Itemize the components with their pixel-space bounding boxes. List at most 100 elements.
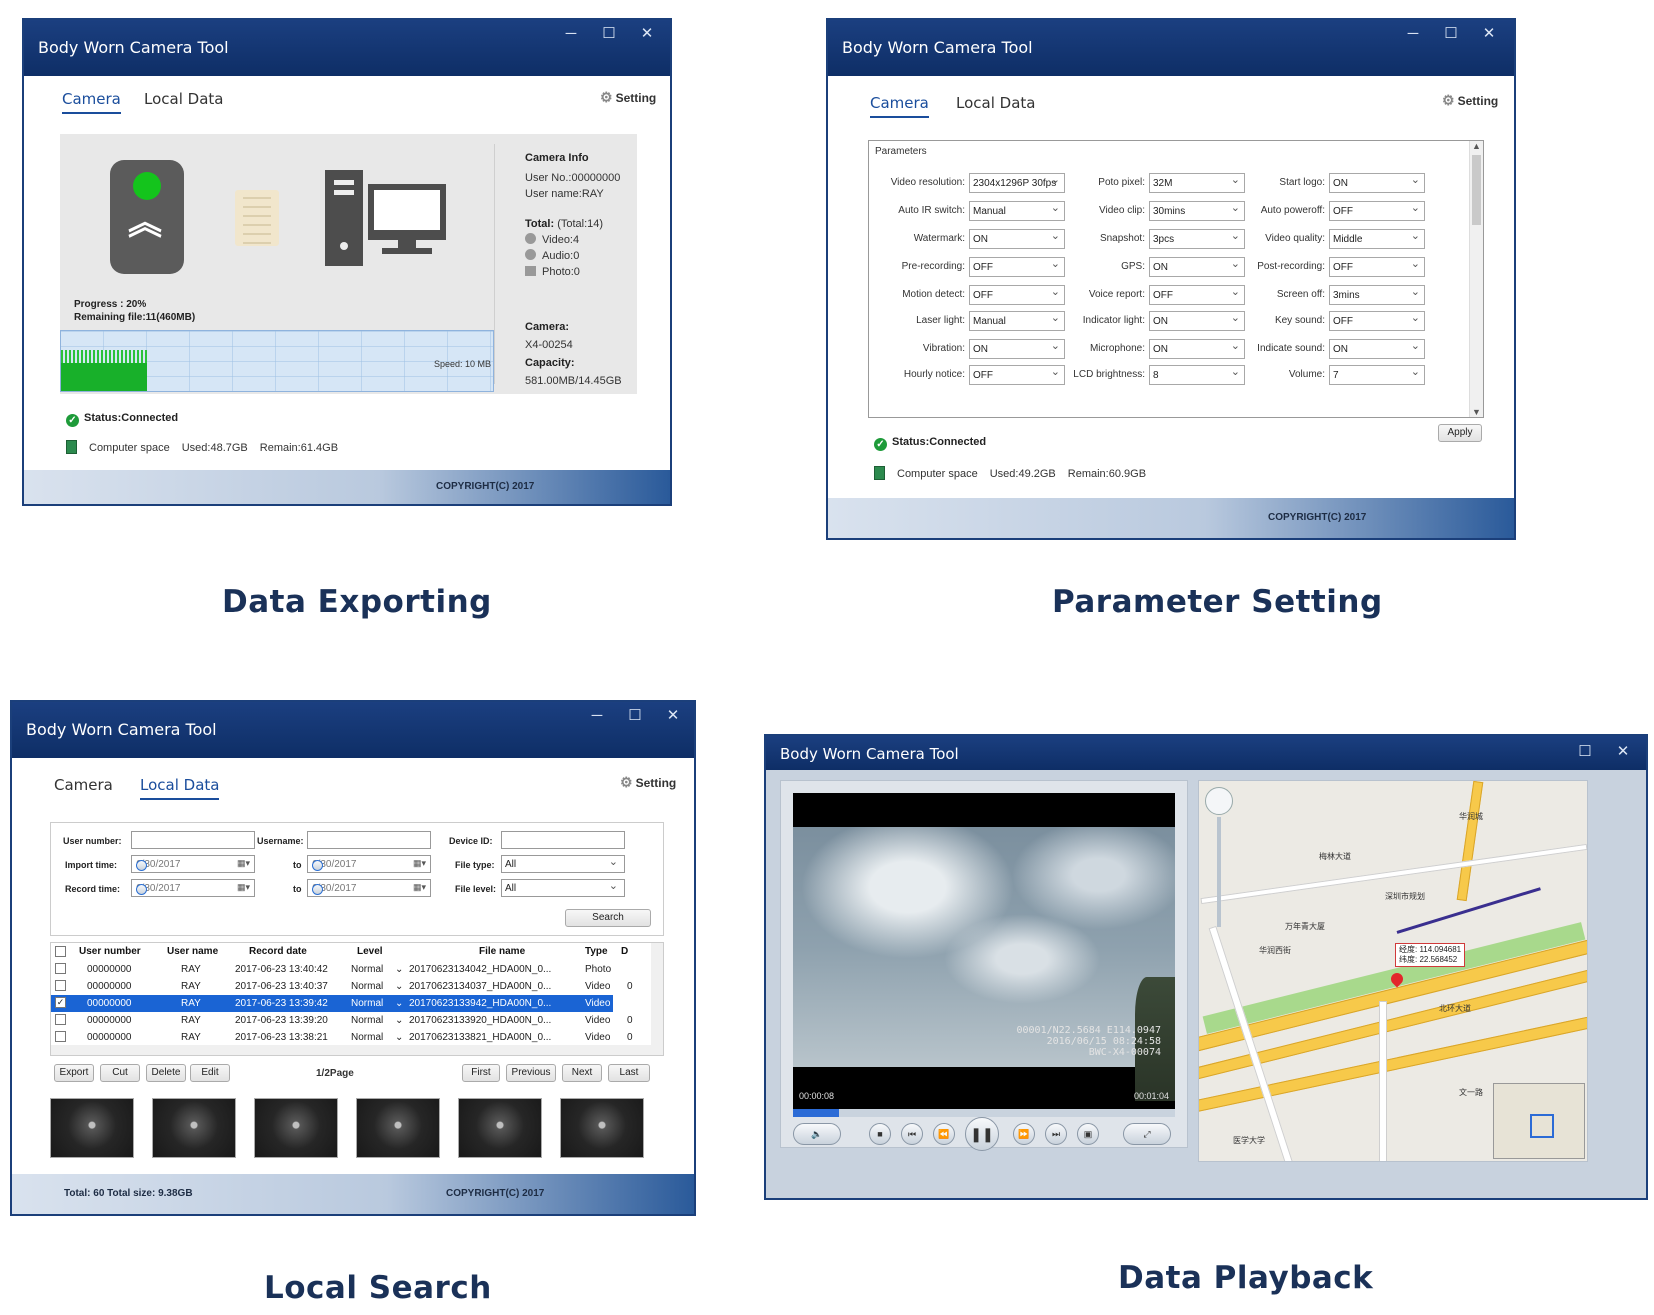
fullscreen-button[interactable]: ⤢ xyxy=(1123,1123,1171,1145)
col-user-number[interactable]: User number xyxy=(79,946,141,957)
table-row[interactable]: 00000000 RAY 2017-06-23 13:40:37 Normal 2017… xyxy=(51,978,633,995)
parameter-select[interactable]: 3pcs xyxy=(1149,229,1245,249)
minimize-button[interactable]: ─ xyxy=(578,702,616,732)
tab-camera[interactable]: Camera xyxy=(870,94,929,118)
parameter-select[interactable]: 30mins xyxy=(1149,201,1245,221)
first-button[interactable]: First xyxy=(462,1064,500,1082)
calendar-icon[interactable]: ▦▾ xyxy=(413,882,426,893)
minimize-button[interactable]: ─ xyxy=(1394,20,1432,50)
previous-track-button[interactable]: ⏮ xyxy=(901,1123,923,1145)
file-type-select[interactable]: All xyxy=(501,855,625,873)
search-button[interactable]: Search xyxy=(565,909,651,927)
stop-button[interactable]: ■ xyxy=(869,1123,891,1145)
apply-button[interactable]: Apply xyxy=(1438,424,1482,442)
tab-local-data[interactable]: Local Data xyxy=(956,94,1035,112)
parameter-select[interactable]: OFF xyxy=(1149,285,1245,305)
calendar-icon[interactable]: ▦▾ xyxy=(237,882,250,893)
table-row[interactable]: ✓ 00000000 RAY 2017-06-23 13:39:42 Normal 201… xyxy=(51,995,633,1012)
pause-button[interactable]: ❚❚ xyxy=(965,1117,999,1151)
level-dropdown-icon[interactable]: ⌄ xyxy=(395,998,403,1009)
thumbnail[interactable] xyxy=(356,1098,440,1158)
parameter-select[interactable]: Manual xyxy=(969,201,1065,221)
parameters-scrollbar[interactable]: ▲ ▼ xyxy=(1469,141,1483,417)
fast-forward-button[interactable]: ⏩ xyxy=(1013,1123,1035,1145)
parameter-select[interactable]: ON xyxy=(1149,339,1245,359)
thumbnail[interactable] xyxy=(254,1098,338,1158)
level-dropdown-icon[interactable]: ⌄ xyxy=(395,981,403,992)
delete-button[interactable]: Delete xyxy=(146,1064,186,1082)
parameter-select[interactable]: 32M xyxy=(1149,173,1245,193)
parameter-select[interactable]: OFF xyxy=(969,365,1065,385)
file-level-select[interactable]: All xyxy=(501,879,625,897)
parameter-select[interactable]: Middle xyxy=(1329,229,1425,249)
calendar-icon[interactable]: ▦▾ xyxy=(413,858,426,869)
tab-camera[interactable]: Camera xyxy=(54,776,113,794)
parameter-select[interactable]: ON xyxy=(1149,311,1245,331)
maximize-button[interactable]: ☐ xyxy=(590,20,628,50)
maximize-button[interactable]: ☐ xyxy=(1566,738,1604,768)
import-time-to[interactable]: 6/30/2017 ▦▾ xyxy=(307,855,431,873)
record-time-to[interactable]: 6/30/2017 ▦▾ xyxy=(307,879,431,897)
row-checkbox[interactable] xyxy=(55,980,66,991)
col-record-date[interactable]: Record date xyxy=(249,946,307,957)
map-pan-control[interactable] xyxy=(1205,787,1233,815)
parameter-select[interactable]: ON xyxy=(969,229,1065,249)
device-id-input[interactable] xyxy=(501,831,625,849)
select-all-checkbox[interactable] xyxy=(55,946,66,957)
close-button[interactable]: ✕ xyxy=(1604,738,1642,768)
row-checkbox[interactable]: ✓ xyxy=(55,997,66,1008)
thumbnail[interactable] xyxy=(458,1098,542,1158)
parameter-select[interactable]: 7 xyxy=(1329,365,1425,385)
parameter-select[interactable]: OFF xyxy=(1329,311,1425,331)
close-button[interactable]: ✕ xyxy=(1470,20,1508,50)
parameter-select[interactable]: 8 xyxy=(1149,365,1245,385)
row-checkbox[interactable] xyxy=(55,1031,66,1042)
parameter-select[interactable]: 3mins xyxy=(1329,285,1425,305)
level-dropdown-icon[interactable]: ⌄ xyxy=(395,1015,403,1026)
gps-map[interactable]: 经度: 114.094681 纬度: 22.568452 万年青大厦 华润西街 北… xyxy=(1198,780,1588,1162)
maximize-button[interactable]: ☐ xyxy=(1432,20,1470,50)
username-input[interactable] xyxy=(307,831,431,849)
close-button[interactable]: ✕ xyxy=(654,702,692,732)
setting-button[interactable]: ⚙ Setting xyxy=(600,89,656,106)
col-type[interactable]: Type xyxy=(585,946,608,957)
minimize-button[interactable]: ─ xyxy=(552,20,590,50)
maximize-button[interactable]: ☐ xyxy=(616,702,654,732)
col-file-name[interactable]: File name xyxy=(479,946,525,957)
table-row[interactable]: 00000000 RAY 2017-06-23 13:39:20 Normal 2017… xyxy=(51,1012,633,1029)
setting-button[interactable]: ⚙ Setting xyxy=(620,774,676,791)
parameter-select[interactable]: ON xyxy=(1329,173,1425,193)
table-vertical-scrollbar[interactable] xyxy=(651,943,663,1055)
last-button[interactable]: Last xyxy=(608,1064,650,1082)
close-button[interactable]: ✕ xyxy=(628,20,666,50)
seek-bar[interactable] xyxy=(793,1109,1175,1117)
snapshot-button[interactable]: ▣ xyxy=(1077,1123,1099,1145)
table-row[interactable]: 00000000 RAY 2017-06-23 13:38:21 Normal 2017… xyxy=(51,1029,633,1046)
user-number-input[interactable] xyxy=(131,831,255,849)
calendar-icon[interactable]: ▦▾ xyxy=(237,858,250,869)
cut-button[interactable]: Cut xyxy=(100,1064,140,1082)
next-button[interactable]: Next xyxy=(562,1064,602,1082)
tab-local-data[interactable]: Local Data xyxy=(140,776,220,800)
map-zoom-slider[interactable] xyxy=(1217,817,1221,927)
parameter-select[interactable]: ON xyxy=(969,339,1065,359)
thumbnail[interactable] xyxy=(152,1098,236,1158)
video-frame[interactable]: 00001/N22.5684 E114.0947 2016/06/15 08:2… xyxy=(793,793,1175,1109)
parameter-select[interactable]: OFF xyxy=(1329,201,1425,221)
table-horizontal-scrollbar[interactable] xyxy=(51,1045,663,1055)
row-checkbox[interactable] xyxy=(55,963,66,974)
rewind-button[interactable]: ⏪ xyxy=(933,1123,955,1145)
volume-button[interactable]: 🔈 xyxy=(793,1123,841,1145)
parameter-select[interactable]: ON xyxy=(1149,257,1245,277)
parameter-select[interactable]: OFF xyxy=(969,285,1065,305)
tab-local-data[interactable]: Local Data xyxy=(144,90,223,108)
export-button[interactable]: Export xyxy=(54,1064,94,1082)
next-track-button[interactable]: ⏭ xyxy=(1045,1123,1067,1145)
tab-camera[interactable]: Camera xyxy=(62,90,121,114)
col-user-name[interactable]: User name xyxy=(167,946,218,957)
edit-button[interactable]: Edit xyxy=(190,1064,230,1082)
parameter-select[interactable]: OFF xyxy=(969,257,1065,277)
thumbnail[interactable] xyxy=(560,1098,644,1158)
level-dropdown-icon[interactable]: ⌄ xyxy=(395,1032,403,1043)
parameter-select[interactable]: 2304x1296P 30fps xyxy=(969,173,1065,193)
